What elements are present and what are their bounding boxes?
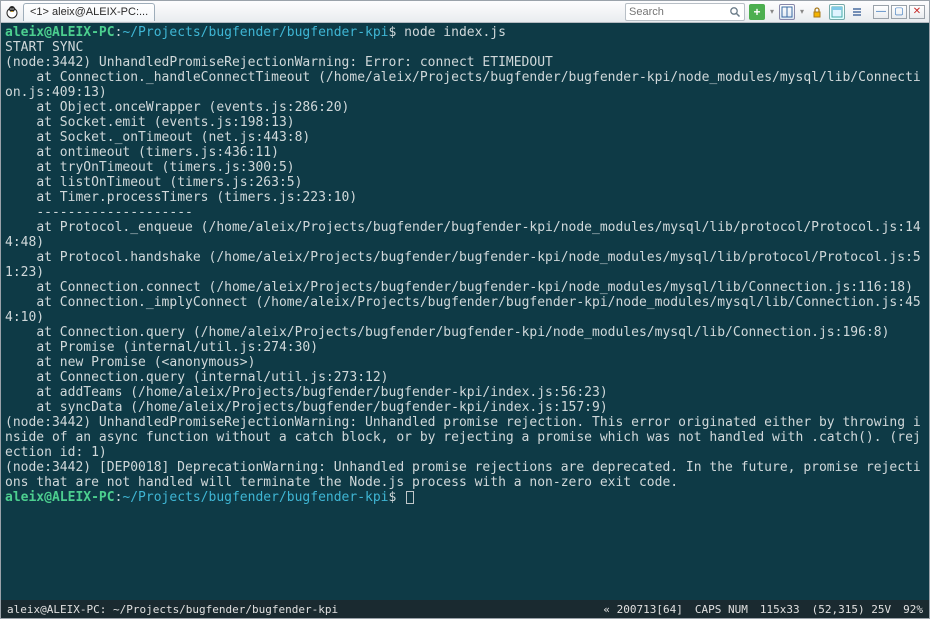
command-text: node index.js [404,25,506,40]
output-line: at Protocol.handshake (/home/aleix/Proje… [5,250,925,280]
status-caps: CAPS NUM [695,603,748,616]
output-line: (node:3442) UnhandledPromiseRejectionWar… [5,415,925,460]
output-line: (node:3442) UnhandledPromiseRejectionWar… [5,55,925,70]
title-bar[interactable]: <1> aleix@ALEIX-PC:... + ▾ ▾ [1,1,929,23]
prompt-line: aleix@ALEIX-PC:~/Projects/bugfender/bugf… [5,25,925,40]
tab-bar: <1> aleix@ALEIX-PC:... [23,3,155,21]
output-line: at Connection._handleConnectTimeout (/ho… [5,70,925,100]
sessions-button[interactable] [829,4,845,20]
prompt-dollar: $ [389,25,397,40]
split-panes-button[interactable] [779,4,795,20]
output-line: at Connection.connect (/home/aleix/Proje… [5,280,925,295]
output-line: at listOnTimeout (timers.js:263:5) [5,175,925,190]
minimize-button[interactable]: — [873,5,889,19]
status-size: 115x33 [760,603,800,616]
search-box[interactable] [625,3,745,21]
output-line: START SYNC [5,40,925,55]
output-line: at new Promise (<anonymous>) [5,355,925,370]
search-input[interactable] [629,6,729,18]
prompt-line: aleix@ALEIX-PC:~/Projects/bugfender/bugf… [5,490,925,505]
status-position: (52,315) 25V [812,603,891,616]
linux-icon [5,5,19,19]
cursor [406,491,414,504]
output-line: at tryOnTimeout (timers.js:300:5) [5,160,925,175]
output-line: at Socket._onTimeout (net.js:443:8) [5,130,925,145]
output-line: at Connection.query (/home/aleix/Project… [5,325,925,340]
prompt-path: ~/Projects/bugfender/bugfender-kpi [122,25,388,40]
output-line: at syncData (/home/aleix/Projects/bugfen… [5,400,925,415]
output-line: at Protocol._enqueue (/home/aleix/Projec… [5,220,925,250]
terminal-body[interactable]: aleix@ALEIX-PC:~/Projects/bugfender/bugf… [1,23,929,600]
output-line: at Object.onceWrapper (events.js:286:20) [5,100,925,115]
search-icon[interactable] [729,6,741,18]
menu-icon[interactable] [849,4,865,20]
prompt-dollar: $ [389,490,397,505]
status-path: aleix@ALEIX-PC: ~/Projects/bugfender/bug… [7,603,338,616]
output-line: at Connection.query (internal/util.js:27… [5,370,925,385]
window-controls: — ▢ ✕ [873,5,925,19]
status-encoding: « 200713[64] [603,603,682,616]
output-line: at addTeams (/home/aleix/Projects/bugfen… [5,385,925,400]
output-line: at Connection._implyConnect (/home/aleix… [5,295,925,325]
output-line: at Timer.processTimers (timers.js:223:10… [5,190,925,205]
output-line: (node:3442) [DEP0018] DeprecationWarning… [5,460,925,490]
prompt-path: ~/Projects/bugfender/bugfender-kpi [122,490,388,505]
tab-terminal-1[interactable]: <1> aleix@ALEIX-PC:... [23,3,155,21]
maximize-button[interactable]: ▢ [891,5,907,19]
output-line: at Promise (internal/util.js:274:30) [5,340,925,355]
new-tab-button[interactable]: + [749,4,765,20]
terminal-window: <1> aleix@ALEIX-PC:... + ▾ ▾ [0,0,930,619]
dropdown-icon[interactable]: ▾ [799,4,805,20]
dropdown-icon[interactable]: ▾ [769,4,775,20]
status-bar: aleix@ALEIX-PC: ~/Projects/bugfender/bug… [1,600,929,618]
output-line: -------------------- [5,205,925,220]
prompt-user-host: aleix@ALEIX-PC [5,25,115,40]
toolbar-right: + ▾ ▾ — ▢ ✕ [625,3,925,21]
status-percent: 92% [903,603,923,616]
output-line: at ontimeout (timers.js:436:11) [5,145,925,160]
output-line: at Socket.emit (events.js:198:13) [5,115,925,130]
prompt-user-host: aleix@ALEIX-PC [5,490,115,505]
close-button[interactable]: ✕ [909,5,925,19]
lock-icon[interactable] [809,4,825,20]
